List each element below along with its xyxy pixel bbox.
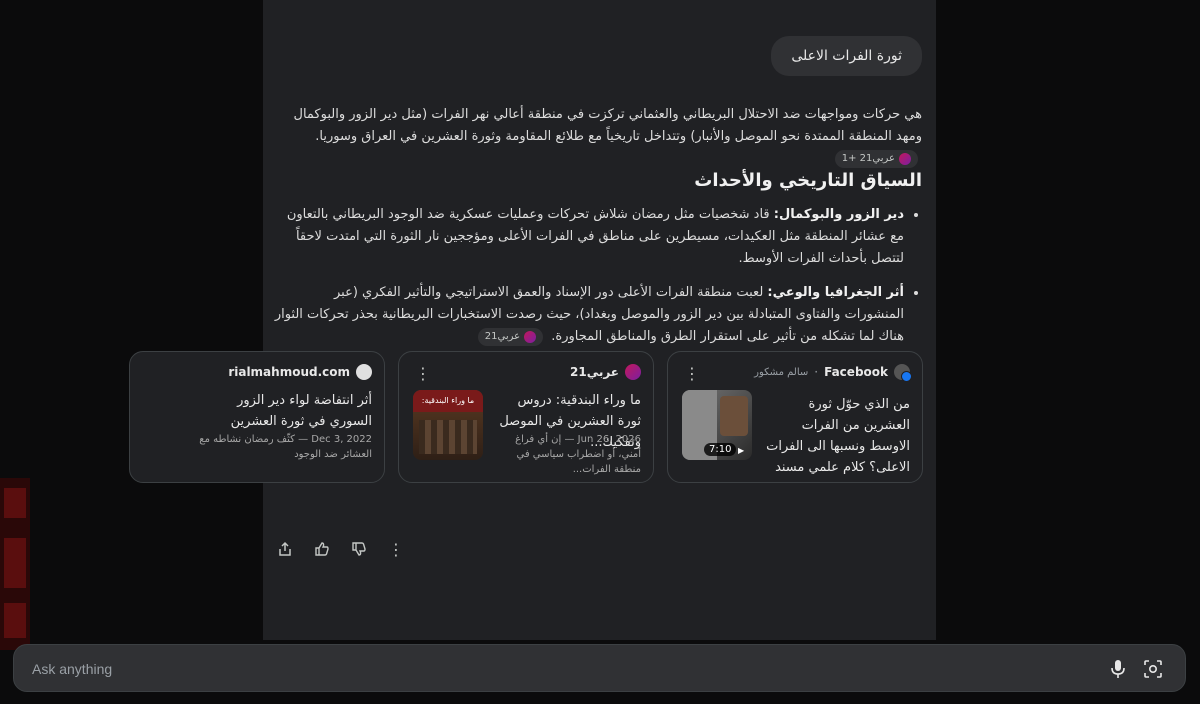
thumb-up-icon[interactable] bbox=[311, 538, 333, 560]
card-title: أثر انتفاضة لواء دير الزور السوري في ثور… bbox=[230, 393, 372, 429]
site-logo-icon bbox=[356, 364, 372, 380]
thumb-down-icon[interactable] bbox=[348, 538, 370, 560]
card-source: rialmahmoud.com bbox=[228, 364, 372, 380]
answer-panel: ثورة الفرات الاعلى هي حركات ومواجهات ضد … bbox=[129, 0, 936, 640]
facebook-avatar-icon bbox=[894, 364, 912, 382]
play-icon: ▶ bbox=[738, 446, 745, 455]
card-source-name: Facebook bbox=[824, 365, 888, 379]
card-source: Facebook · سالم مشكور bbox=[754, 364, 912, 382]
more-vert-icon[interactable]: ⋮ bbox=[385, 538, 407, 560]
video-thumbnail[interactable]: 7:10 ▶ bbox=[682, 390, 752, 460]
intro-paragraph: هي حركات ومواجهات ضد الاحتلال البريطاني … bbox=[292, 104, 922, 170]
citation-label: عربي21 +1 bbox=[841, 152, 895, 164]
bullet-item: دير الزور والبوكمال: قاد شخصيات مثل رمضا… bbox=[274, 204, 904, 270]
article-thumbnail[interactable]: ما وراء البندقية: bbox=[413, 390, 483, 460]
red-edge-artifact bbox=[0, 478, 30, 650]
thumbnail-caption: ما وراء البندقية: bbox=[413, 390, 483, 412]
citation-chip[interactable]: عربي21 bbox=[477, 327, 544, 346]
citation-label: عربي21 bbox=[484, 330, 521, 342]
card-title: من الذي حوّل ثورة العشرين من الفرات الاو… bbox=[766, 397, 910, 482]
more-vert-icon[interactable]: ⋮ bbox=[684, 364, 700, 383]
user-query-bubble: ثورة الفرات الاعلى bbox=[771, 36, 922, 76]
lens-camera-icon[interactable] bbox=[1143, 659, 1163, 683]
card-source-name: عربي21 bbox=[569, 365, 619, 379]
source-card-arabi21[interactable]: عربي21 ⋮ ما وراء البندقية: دروس ثورة الع… bbox=[398, 351, 654, 483]
card-meta: Dec 3, 2022 — كثّف رمضان نشاطه مع العشائ… bbox=[199, 434, 372, 460]
bullet-list: دير الزور والبوكمال: قاد شخصيات مثل رمضا… bbox=[274, 204, 922, 360]
section-heading: السياق التاريخي والأحداث bbox=[694, 170, 922, 191]
ask-input-bar bbox=[13, 644, 1186, 692]
more-vert-icon[interactable]: ⋮ bbox=[415, 364, 431, 383]
card-meta: Jun 26, 2026 — إن أي فراغ أمني، أو اضطرا… bbox=[515, 434, 641, 475]
microphone-icon[interactable] bbox=[1111, 659, 1125, 683]
source-card-facebook[interactable]: Facebook · سالم مشكور ⋮ من الذي حوّل ثور… bbox=[667, 351, 923, 483]
bullet-title: دير الزور والبوكمال: bbox=[773, 207, 904, 222]
citation-chip[interactable]: عربي21 +1 bbox=[834, 149, 918, 168]
card-source: عربي21 bbox=[570, 364, 641, 380]
bullet-title: أثر الجغرافيا والوعي: bbox=[767, 285, 904, 300]
arabi21-logo-icon bbox=[899, 152, 911, 165]
card-source-name: rialmahmoud.com bbox=[228, 365, 350, 379]
intro-text: هي حركات ومواجهات ضد الاحتلال البريطاني … bbox=[293, 107, 923, 144]
arabi21-logo-icon bbox=[524, 330, 537, 343]
bullet-item: أثر الجغرافيا والوعي: لعبت منطقة الفرات … bbox=[274, 282, 904, 348]
share-icon[interactable] bbox=[274, 538, 296, 560]
separator-dot: · bbox=[814, 365, 819, 379]
card-author: سالم مشكور bbox=[754, 366, 809, 378]
source-card-rialmahmoud[interactable]: rialmahmoud.com أثر انتفاضة لواء دير الز… bbox=[129, 351, 385, 483]
arabi21-logo-icon bbox=[625, 364, 641, 380]
video-duration: 7:10 bbox=[704, 443, 737, 456]
ask-input[interactable] bbox=[30, 657, 934, 681]
